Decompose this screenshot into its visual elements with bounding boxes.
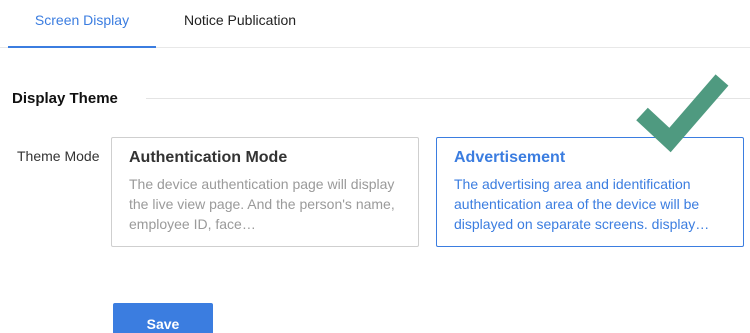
theme-mode-label: Theme Mode [17,148,100,164]
tab-screen-display[interactable]: Screen Display [8,0,156,48]
tab-bar: Screen Display Notice Publication [0,0,750,48]
card-description: The advertising area and identification … [454,176,710,232]
advertisement-card[interactable]: Advertisement The advertising area and i… [436,137,744,247]
tab-notice-publication[interactable]: Notice Publication [170,0,310,48]
card-title: Advertisement [454,149,566,166]
card-title: Authentication Mode [129,149,288,166]
section-divider [146,98,750,99]
authentication-mode-card[interactable]: Authentication Mode The device authentic… [111,137,419,247]
section-title: Display Theme [12,90,118,107]
screen-display-page: Screen Display Notice Publication Displa… [0,0,750,333]
save-button[interactable]: Save [113,303,213,333]
card-description: The device authentication page will disp… [129,176,395,232]
